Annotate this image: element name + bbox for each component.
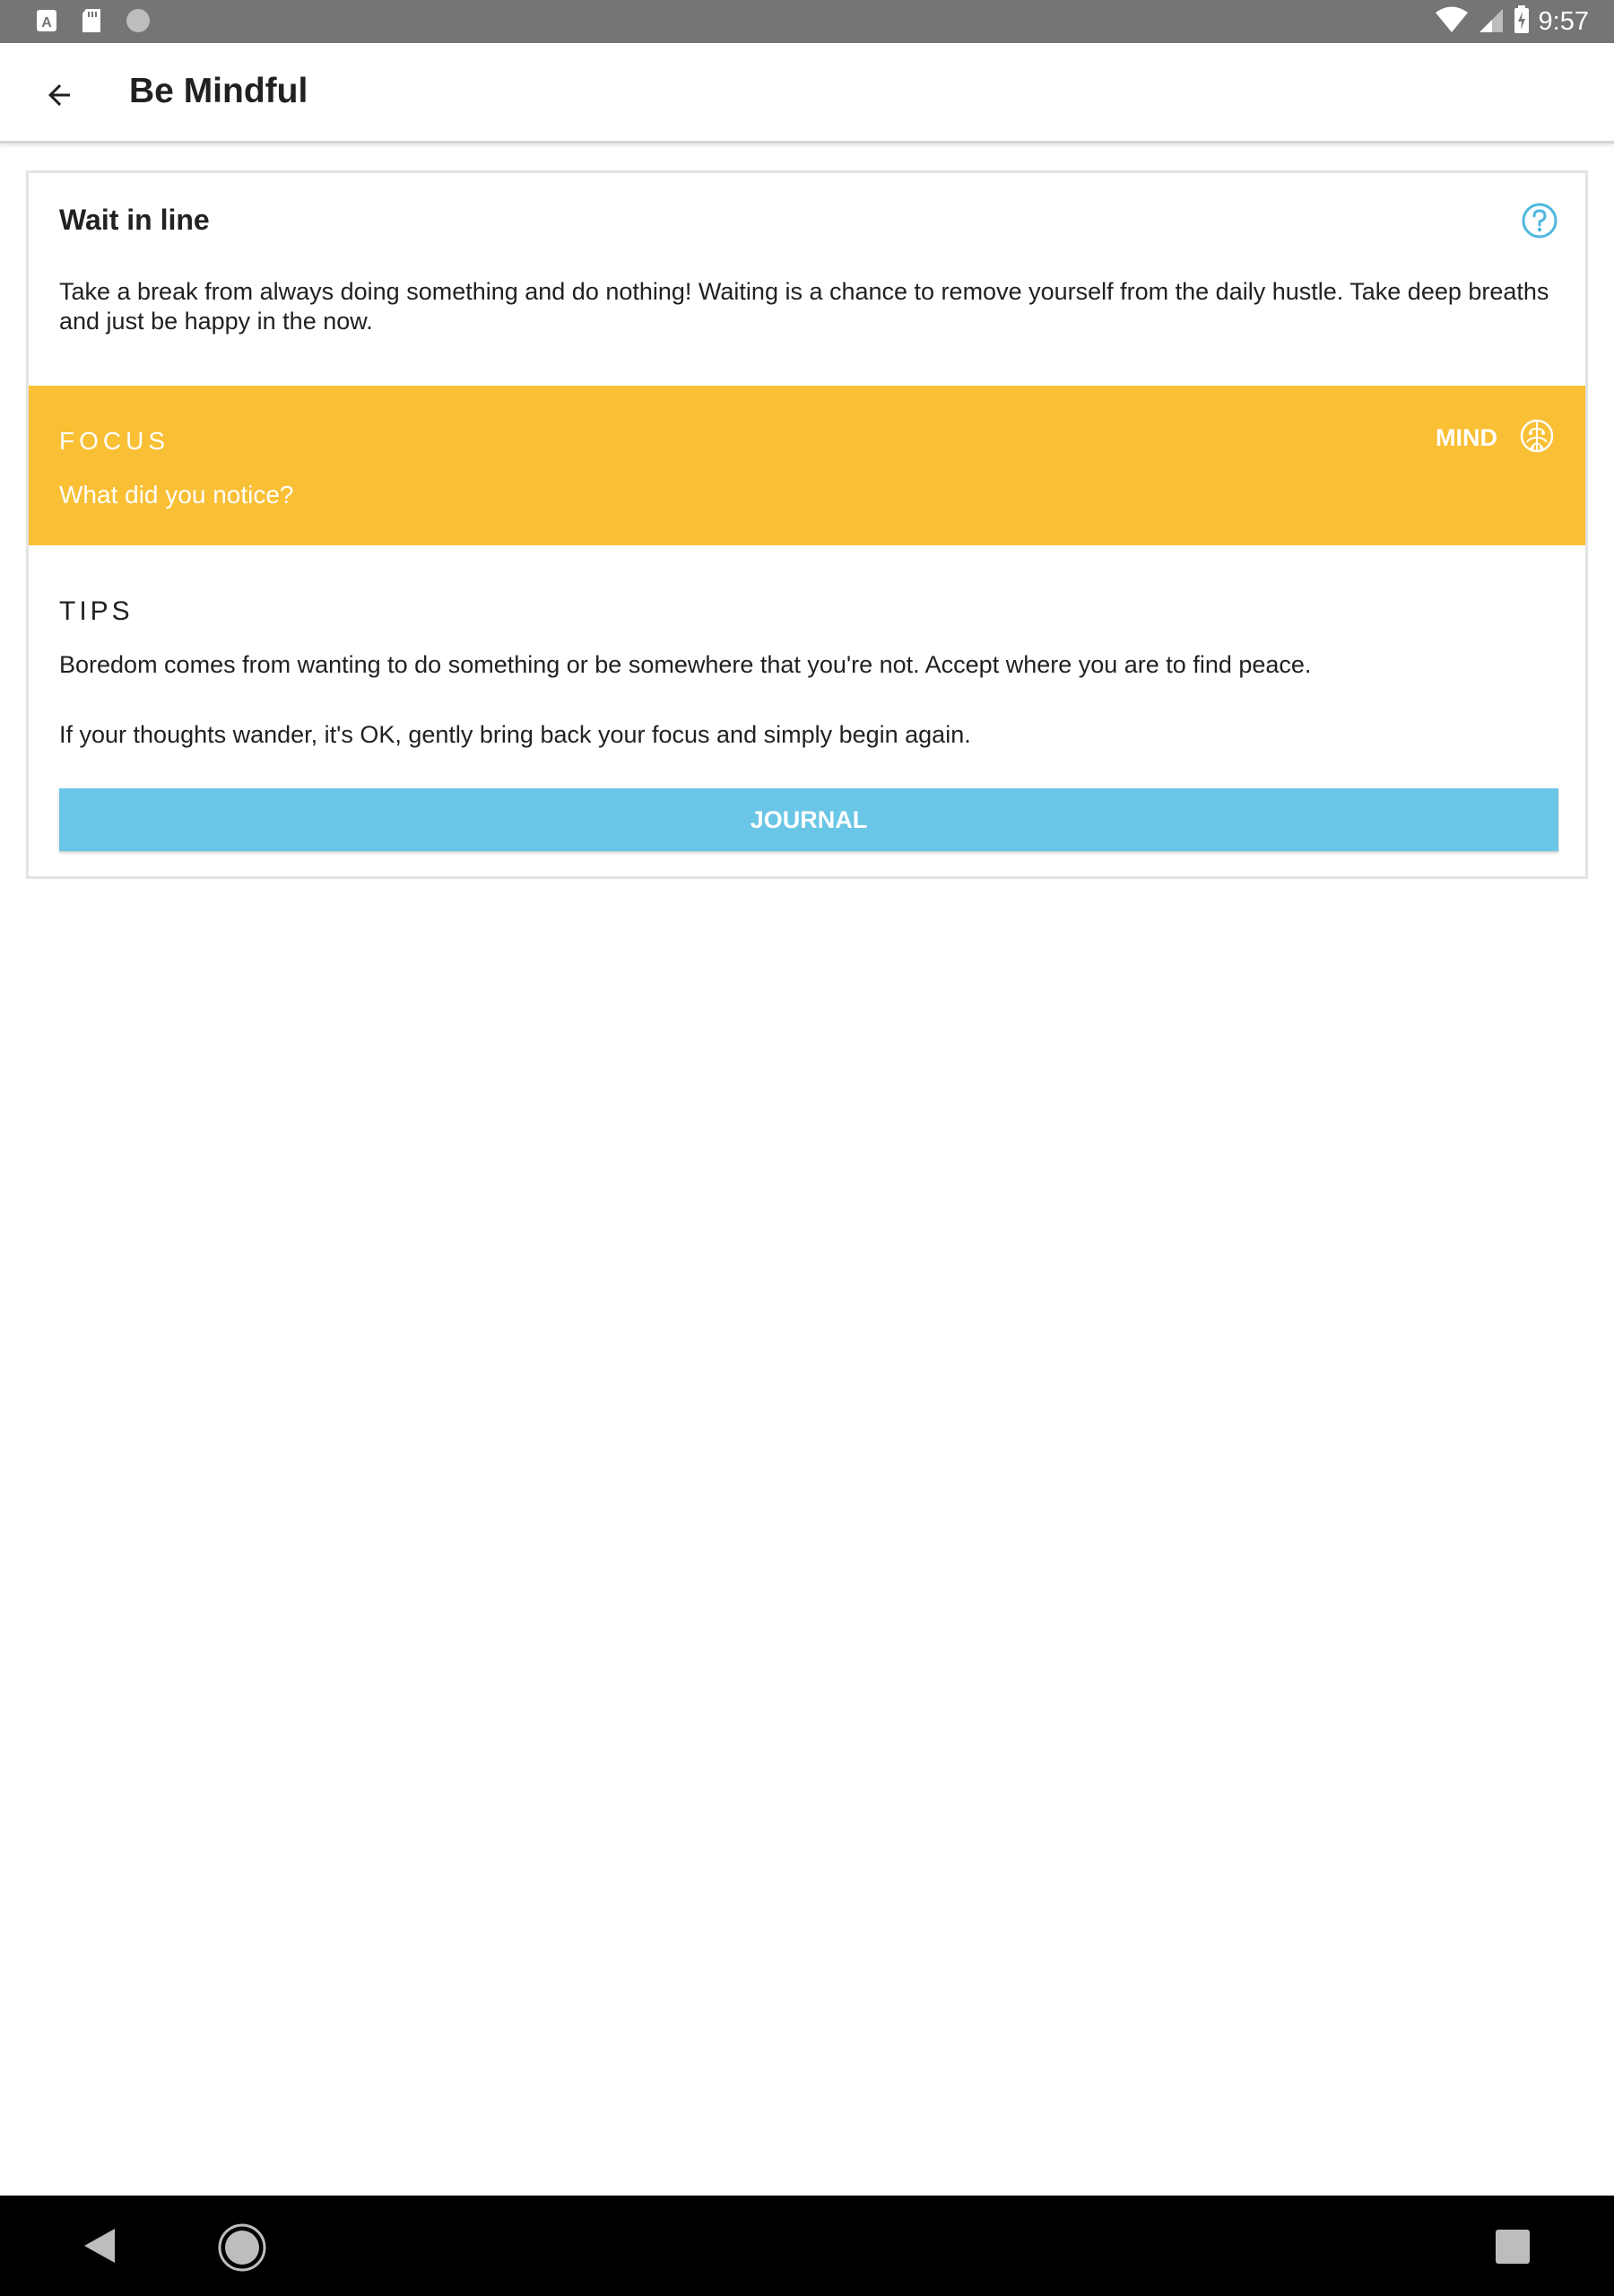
tip-item: Boredom comes from wanting to do somethi… bbox=[59, 651, 1312, 678]
sd-card-icon bbox=[81, 8, 102, 38]
help-button[interactable] bbox=[1521, 202, 1558, 239]
tips-label: TIPS bbox=[59, 596, 134, 626]
nav-recents-icon[interactable] bbox=[1496, 2230, 1530, 2264]
journal-button[interactable]: JOURNAL bbox=[59, 788, 1558, 851]
arrow-left-icon bbox=[43, 79, 75, 116]
help-circle-icon bbox=[1521, 203, 1558, 243]
navigation-bar bbox=[0, 2196, 1614, 2296]
category-label: MIND bbox=[1436, 424, 1497, 451]
page-title: Be Mindful bbox=[129, 72, 308, 110]
tip-item: If your thoughts wander, it's OK, gently… bbox=[59, 721, 971, 748]
status-bar: A 9:57 bbox=[0, 0, 1614, 43]
status-bar-left-icons: A bbox=[36, 8, 151, 38]
activity-description: Take a break from always doing something… bbox=[59, 278, 1549, 335]
brain-icon bbox=[1519, 418, 1555, 458]
app-bar: Be Mindful bbox=[0, 43, 1614, 144]
circle-icon bbox=[126, 8, 151, 38]
focus-question: What did you notice? bbox=[59, 481, 294, 509]
category-tag: MIND bbox=[1436, 418, 1555, 458]
focus-label: FOCUS bbox=[59, 427, 169, 455]
activity-title: Wait in line bbox=[59, 204, 210, 236]
back-button[interactable] bbox=[34, 72, 84, 122]
svg-text:A: A bbox=[41, 15, 52, 30]
nav-home-icon[interactable] bbox=[217, 2222, 267, 2277]
status-time: 9:57 bbox=[1538, 7, 1589, 36]
wifi-icon bbox=[1435, 6, 1469, 38]
focus-section: FOCUS What did you notice? MIND bbox=[29, 386, 1585, 545]
keyboard-a-icon: A bbox=[36, 9, 57, 37]
status-bar-right-icons: 9:57 bbox=[1435, 5, 1589, 39]
cell-signal-icon bbox=[1478, 6, 1505, 38]
activity-card: Wait in line Take a break from always do… bbox=[26, 170, 1588, 879]
nav-back-icon[interactable] bbox=[82, 2227, 117, 2269]
battery-charging-icon bbox=[1514, 5, 1530, 39]
